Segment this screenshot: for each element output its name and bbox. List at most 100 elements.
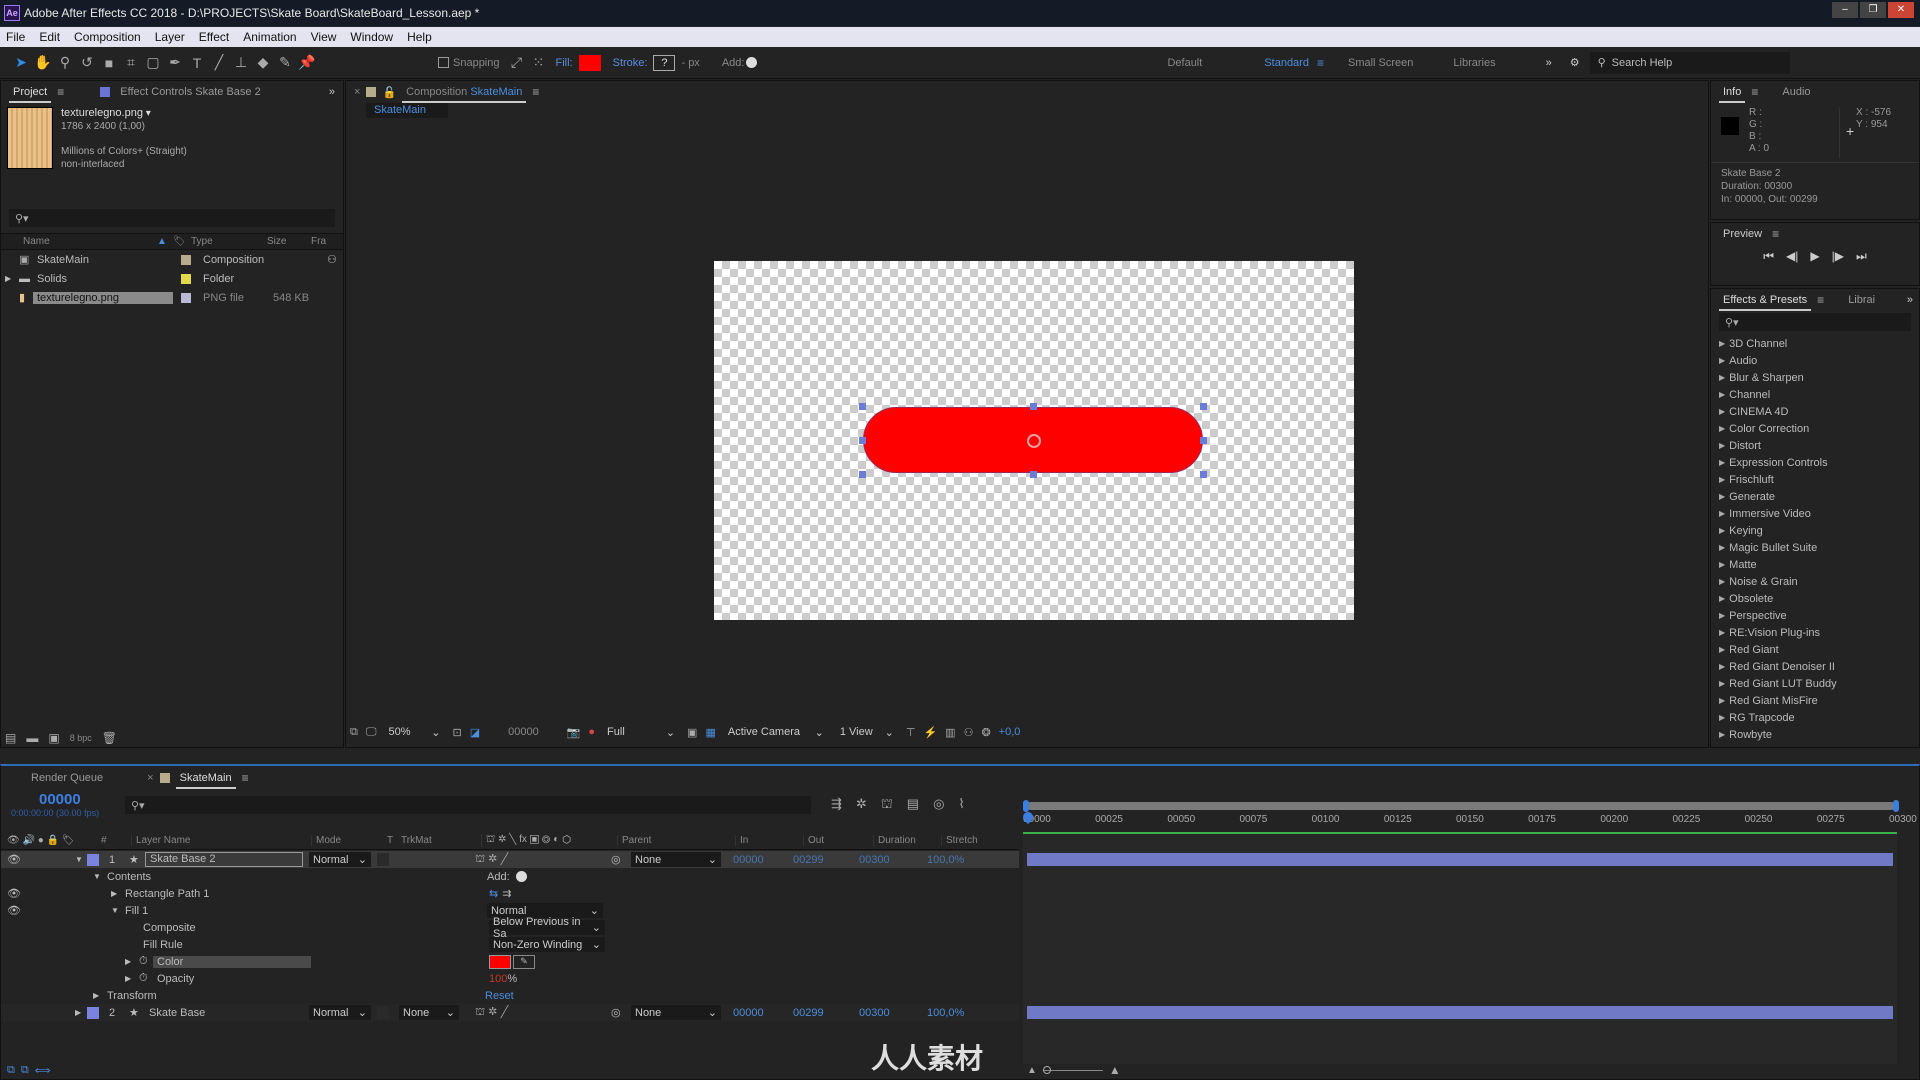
region-of-interest-icon[interactable]: ⊡ [452, 726, 461, 739]
composite-dropdown[interactable]: Below Previous in Sa ⌄ [489, 916, 605, 940]
layer-in[interactable]: 00000 [721, 1007, 789, 1019]
zoom-tool-icon[interactable]: ⚲ [54, 52, 76, 74]
workspace-menu-icon[interactable]: ≡ [1317, 56, 1324, 70]
show-channel-icon[interactable]: ● [588, 726, 595, 738]
stopwatch-icon[interactable]: ⏱ [139, 955, 153, 968]
menu-file[interactable]: File [6, 30, 25, 44]
timeline-track-area[interactable] [1023, 832, 1897, 1064]
menu-edit[interactable]: Edit [39, 30, 60, 44]
panel-overflow-icon[interactable]: » [329, 86, 335, 98]
expand-arrow-icon[interactable]: ▶ [75, 1008, 87, 1017]
search-help-field[interactable]: ⚲ Search Help [1589, 51, 1790, 74]
exposure-value[interactable]: +0,0 [999, 726, 1021, 738]
expand-arrow-icon[interactable]: ▶ [1719, 645, 1725, 654]
selection-tool-icon[interactable]: ➤ [10, 52, 32, 74]
expand-arrow-icon[interactable]: ▶ [1719, 458, 1725, 467]
work-area-bar[interactable] [1027, 802, 1895, 810]
effect-category[interactable]: ▶ Matte [1711, 556, 1919, 573]
add-menu-icon[interactable] [515, 871, 527, 882]
effect-category[interactable]: ▶ RG Trapcode [1711, 709, 1919, 726]
monitor-icon[interactable]: 🖵 [366, 726, 377, 739]
effect-category[interactable]: ▶ Audio [1711, 352, 1919, 369]
pan-behind-tool-icon[interactable]: ⌗ [120, 52, 142, 74]
reset-exposure-icon[interactable]: ❂ [981, 726, 990, 739]
expand-arrow-icon[interactable]: ▶ [1719, 526, 1725, 535]
tab-effects-presets[interactable]: Effects & Presets [1719, 292, 1812, 311]
menu-composition[interactable]: Composition [74, 30, 141, 44]
parent-pickwhip-icon[interactable]: ◎ [611, 853, 631, 866]
stroke-width[interactable]: - px [681, 57, 699, 69]
effect-category[interactable]: ▶ Blur & Sharpen [1711, 369, 1919, 386]
close-tab-icon[interactable]: × [147, 772, 153, 784]
expand-arrow-icon[interactable]: ▶ [1719, 475, 1725, 484]
close-tab-icon[interactable]: × [354, 86, 360, 98]
play-icon[interactable]: ▶ [1810, 249, 1819, 264]
current-time-display[interactable]: 00000 [508, 726, 539, 738]
zoom-slider-thumb[interactable] [1042, 1065, 1051, 1074]
transform-handle[interactable] [859, 437, 866, 444]
current-time[interactable]: 00000 [11, 792, 125, 808]
layer-row[interactable]: 👁 ▼ 1 ★ Skate Base 2 Normal ⌄ ⛫ ✲ ╱ ◎ Non… [1, 851, 1019, 868]
magnification-dropdown[interactable]: 50% ⌄ [384, 725, 444, 740]
layer-label-color[interactable] [87, 853, 99, 866]
menu-window[interactable]: Window [350, 30, 393, 44]
clone-stamp-tool-icon[interactable]: ⊥ [230, 52, 252, 74]
layer-in[interactable]: 00000 [721, 854, 789, 866]
last-frame-icon[interactable]: ⏭ [1856, 249, 1867, 264]
project-menu-icon[interactable]: ≡ [57, 85, 64, 99]
stopwatch-icon[interactable]: ⏱ [139, 972, 153, 985]
layer-name-input[interactable]: Skate Base 2 [145, 852, 303, 867]
roto-brush-tool-icon[interactable]: ✎ [274, 52, 296, 74]
col-in[interactable]: In [735, 835, 803, 846]
work-area-end-handle[interactable] [1893, 800, 1899, 812]
eraser-tool-icon[interactable]: ◆ [252, 52, 274, 74]
preserve-transparency-toggle[interactable] [377, 1006, 389, 1019]
expand-arrow-icon[interactable]: ▶ [1, 274, 19, 283]
expand-arrow-icon[interactable]: ▶ [1719, 441, 1725, 450]
layer-label-color[interactable] [87, 1006, 99, 1019]
expand-arrow-icon[interactable]: ▶ [111, 889, 125, 898]
work-area-start-handle[interactable] [1023, 800, 1029, 812]
transform-handle[interactable] [1200, 471, 1207, 478]
expand-arrow-icon[interactable]: ▶ [1719, 339, 1725, 348]
puppet-pin-tool-icon[interactable]: 📌 [296, 52, 318, 74]
collapse-arrow-icon[interactable]: ▼ [93, 872, 107, 881]
effect-category[interactable]: ▶ Magic Bullet Suite [1711, 539, 1919, 556]
timeline-search-input[interactable]: ⚲▾ [125, 796, 811, 814]
expand-arrow-icon[interactable]: ▶ [125, 957, 139, 966]
tab-libraries[interactable]: Librai [1844, 292, 1879, 308]
transform-handle[interactable] [1030, 471, 1037, 478]
draft-3d-icon[interactable]: ✲ [856, 796, 867, 814]
transfer-controls-toggle-icon[interactable]: ⧉ [21, 1064, 29, 1077]
trash-icon[interactable]: 🗑 [102, 731, 117, 745]
expand-arrow-icon[interactable]: ▶ [1719, 611, 1725, 620]
effect-category[interactable]: ▶ 3D Channel [1711, 335, 1919, 352]
tab-audio[interactable]: Audio [1778, 84, 1814, 100]
effect-category[interactable]: ▶ Expression Controls [1711, 454, 1919, 471]
toggle-pixel-aspect-icon[interactable]: ⊤ [906, 726, 916, 739]
zoom-slider[interactable]: ▲ ▲ [1027, 1063, 1121, 1077]
next-frame-icon[interactable]: |▶ [1832, 249, 1844, 264]
collapse-arrow-icon[interactable]: ▼ [75, 855, 87, 864]
comp-canvas[interactable] [714, 261, 1354, 620]
effect-category[interactable]: ▶ Red Giant Denoiser II [1711, 658, 1919, 675]
type-tool-icon[interactable]: T [186, 52, 208, 74]
property-row-transform[interactable]: ▶ Transform Reset [1, 987, 1019, 1004]
label-color[interactable] [181, 254, 191, 265]
anchor-point-icon[interactable] [1027, 434, 1041, 448]
parent-pickwhip-icon[interactable]: ◎ [611, 1006, 631, 1019]
zoom-slider-track[interactable] [1042, 1065, 1103, 1074]
expand-arrow-icon[interactable]: ▶ [1719, 356, 1725, 365]
property-row-rectangle-path[interactable]: 👁 ▶ Rectangle Path 1 ⇆ ⇉ [1, 885, 1019, 902]
effect-category[interactable]: ▶ Immersive Video [1711, 505, 1919, 522]
workspace-settings-icon[interactable]: ⚙ [1570, 56, 1580, 69]
project-item[interactable]: ▮ texturelegno.png PNG file 548 KB [1, 288, 343, 307]
zoom-out-icon[interactable]: ▲ [1027, 1065, 1037, 1076]
snapping-checkbox[interactable] [438, 57, 449, 68]
view-layout-dropdown[interactable]: 1 View ⌄ [836, 725, 898, 740]
snap-grid-icon[interactable]: ⁙ [528, 52, 550, 74]
lock-icon[interactable]: 🔓 [382, 86, 396, 99]
tab-info[interactable]: Info [1719, 84, 1746, 103]
col-size[interactable]: Size [267, 236, 311, 247]
expand-arrow-icon[interactable]: ▶ [1719, 407, 1725, 416]
